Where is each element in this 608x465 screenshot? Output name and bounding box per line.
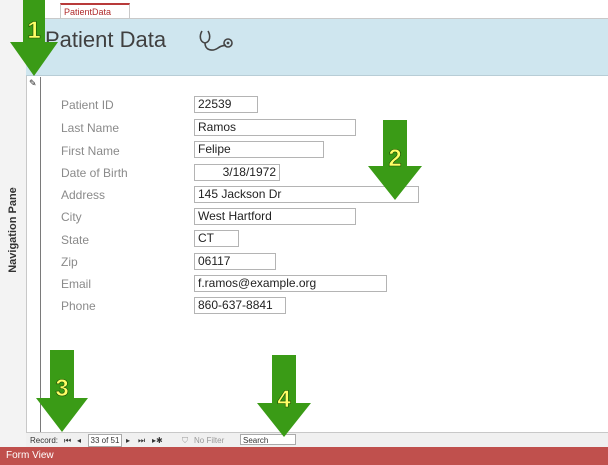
zip-field[interactable]: 06117 [194, 253, 276, 270]
record-label: Record: [30, 436, 59, 445]
callout-arrow-2: 2 [368, 120, 422, 200]
label-address: Address [61, 188, 106, 202]
date-of-birth-field[interactable]: 3/18/1972 [194, 164, 280, 181]
label-first-name: First Name [61, 144, 120, 158]
callout-arrow-4: 4 [257, 355, 311, 437]
stethoscope-icon [199, 30, 233, 51]
callout-number-1: 1 [27, 17, 40, 44]
record-navigation-bar: Record: ⏮ ◂ 33 of 51 ▸ ⏭ ▸✱ ⛉ No Filter … [26, 432, 608, 448]
patient-id-field[interactable]: 22539 [194, 96, 258, 113]
label-phone: Phone [61, 299, 96, 313]
status-bar: Form View [0, 447, 608, 465]
current-record-field[interactable]: 33 of 51 [88, 434, 122, 447]
document-tab-strip: PatientData [26, 0, 608, 19]
label-state: State [61, 233, 90, 247]
label-patient-id: Patient ID [61, 98, 114, 112]
label-city: City [61, 210, 82, 224]
city-field[interactable]: West Hartford [194, 208, 356, 225]
callout-number-2: 2 [388, 145, 401, 172]
first-record-button[interactable]: ⏮ [64, 436, 71, 446]
phone-field[interactable]: 860-637-8841 [194, 297, 286, 314]
previous-record-button[interactable]: ◂ [77, 436, 81, 445]
next-record-button[interactable]: ▸ [126, 436, 130, 445]
new-record-button[interactable]: ▸✱ [152, 436, 163, 445]
callout-number-4: 4 [277, 386, 291, 413]
callout-arrow-1: 1 [10, 0, 58, 76]
label-email: Email [61, 277, 92, 291]
email-field[interactable]: f.ramos@example.org [194, 275, 387, 292]
first-name-field[interactable]: Felipe [194, 141, 324, 158]
label-last-name: Last Name [61, 121, 120, 135]
filter-icon: ⛉ [182, 436, 188, 445]
no-filter-button[interactable]: No Filter [194, 436, 224, 445]
state-field[interactable]: CT [194, 230, 239, 247]
label-zip: Zip [61, 255, 78, 269]
navigation-pane-label[interactable]: Navigation Pane [7, 187, 19, 273]
label-date-of-birth: Date of Birth [61, 166, 128, 180]
last-name-field[interactable]: Ramos [194, 119, 356, 136]
callout-number-3: 3 [55, 375, 68, 402]
last-record-button[interactable]: ⏭ [138, 436, 145, 446]
callout-arrow-3: 3 [36, 350, 88, 432]
tab-patientdata[interactable]: PatientData [60, 3, 130, 18]
form-title: Patient Data [45, 27, 167, 52]
